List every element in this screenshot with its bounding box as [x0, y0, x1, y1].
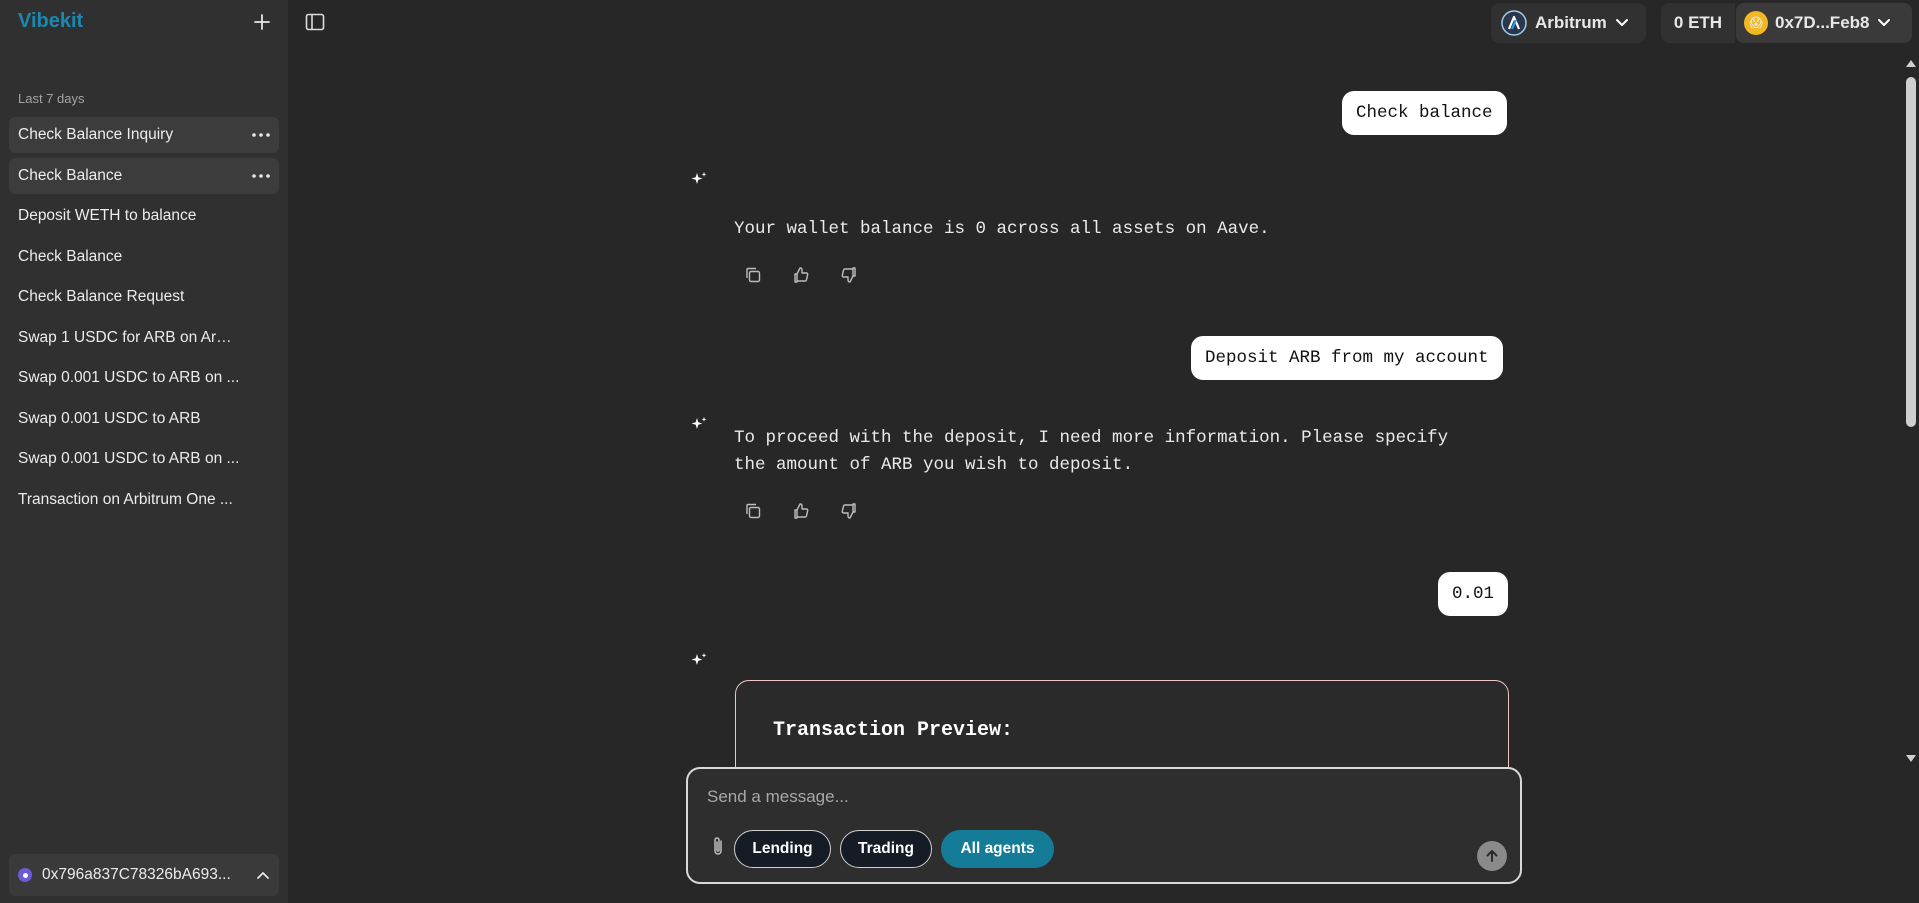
- agent-pill-lending[interactable]: Lending: [734, 830, 831, 868]
- sidebar-toggle-button[interactable]: [305, 13, 327, 33]
- thumbs-down-icon[interactable]: [836, 498, 862, 524]
- thumbs-up-icon[interactable]: [788, 498, 814, 524]
- account-avatar-icon: [18, 868, 32, 882]
- chat-item[interactable]: Check Balance: [9, 157, 279, 194]
- scroll-up-arrow-icon[interactable]: [1906, 60, 1916, 67]
- paperclip-icon[interactable]: [710, 835, 726, 859]
- thumbs-down-icon[interactable]: [836, 262, 862, 288]
- message-input[interactable]: [705, 782, 1489, 812]
- chat-history-list: Check Balance Inquiry Check Balance Depo…: [9, 117, 279, 522]
- message-composer: Lending Trading All agents: [686, 767, 1522, 884]
- chevron-down-icon: [1615, 19, 1628, 26]
- chat-item[interactable]: Swap 0.001 USDC to ARB: [9, 401, 279, 437]
- user-message: Deposit ARB from my account: [1191, 336, 1503, 380]
- chat-item[interactable]: Check Balance Inquiry: [9, 117, 279, 153]
- send-button[interactable]: [1477, 841, 1507, 871]
- chat-item-label: Check Balance Inquiry: [18, 126, 174, 143]
- wallet-button[interactable]: 😱 0x7D...Feb8: [1736, 3, 1912, 43]
- chat-item-label: Deposit WETH to balance: [18, 207, 197, 224]
- chat-item[interactable]: Check Balance Request: [9, 279, 279, 315]
- scroll-thumb[interactable]: [1906, 77, 1916, 427]
- chat-item-label: Swap 0.001 USDC to ARB: [18, 409, 201, 427]
- account-address: 0x796a837C78326bA693...: [42, 866, 231, 883]
- chevron-up-icon: [257, 872, 269, 879]
- more-options-icon[interactable]: [248, 173, 270, 178]
- agent-pill-all-agents[interactable]: All agents: [941, 830, 1054, 868]
- chat-item[interactable]: Swap 0.001 USDC to ARB on ...: [9, 360, 279, 396]
- chat-item-label: Check Balance: [18, 166, 123, 184]
- message-actions: [740, 498, 862, 524]
- wallet-avatar-icon: 😱: [1744, 11, 1768, 35]
- thumbs-up-icon[interactable]: [788, 262, 814, 288]
- assistant-message-line: To proceed with the deposit, I need more…: [734, 428, 1449, 448]
- user-message: Check balance: [1342, 91, 1507, 135]
- chevron-down-icon: [1877, 19, 1890, 26]
- arbitrum-logo-icon: [1501, 10, 1527, 36]
- eth-balance: 0 ETH: [1661, 3, 1735, 43]
- assistant-message: Your wallet balance is 0 across all asse…: [734, 219, 1270, 239]
- chat-item[interactable]: Swap 0.001 USDC to ARB on ...: [9, 441, 279, 477]
- chat-scrollbar[interactable]: [1904, 58, 1918, 764]
- chat-item-label: Check Balance: [18, 247, 123, 265]
- chat-item[interactable]: Deposit WETH to balance: [9, 198, 279, 234]
- user-message: 0.01: [1438, 572, 1509, 616]
- transaction-preview-title: Transaction Preview:: [773, 719, 1014, 742]
- section-label: Last 7 days: [18, 91, 85, 106]
- sparkle-icon: [691, 172, 707, 184]
- arrow-up-icon: [1486, 850, 1498, 862]
- chat-item[interactable]: Swap 1 USDC for ARB on Arbi...: [9, 320, 279, 356]
- chat-item-label: Swap 1 USDC for ARB on Arbi...: [18, 328, 240, 346]
- more-options-icon[interactable]: [248, 133, 270, 137]
- sparkle-icon: [691, 417, 707, 429]
- chain-name: Arbitrum: [1535, 13, 1607, 32]
- copy-icon[interactable]: [740, 498, 766, 524]
- scroll-down-arrow-icon[interactable]: [1906, 755, 1916, 762]
- account-switcher[interactable]: 0x796a837C78326bA693...: [9, 854, 279, 896]
- chat-item-label: Swap 0.001 USDC to ARB on ...: [18, 369, 240, 386]
- assistant-message-line: the amount of ARB you wish to deposit.: [734, 455, 1134, 475]
- new-chat-button[interactable]: [248, 8, 276, 36]
- chain-selector[interactable]: Arbitrum: [1491, 3, 1646, 43]
- sparkle-icon: [691, 653, 707, 665]
- assistant-message: To proceed with the deposit, I need more…: [734, 425, 1514, 479]
- sidebar-toggle-icon: [305, 13, 325, 31]
- chat-item-label: Check Balance Request: [18, 288, 185, 305]
- brand-logo[interactable]: Vibekit: [18, 10, 83, 33]
- plus-icon: [254, 14, 270, 30]
- agent-pill-trading[interactable]: Trading: [840, 830, 932, 868]
- copy-icon[interactable]: [740, 262, 766, 288]
- chat-item[interactable]: Check Balance: [9, 239, 279, 275]
- message-actions: [740, 262, 862, 288]
- sidebar: Vibekit Last 7 days Check Balance Inquir…: [0, 0, 288, 903]
- chat-item-label: Swap 0.001 USDC to ARB on ...: [18, 450, 240, 467]
- chat-item[interactable]: Transaction on Arbitrum One ...: [9, 482, 279, 518]
- wallet-address: 0x7D...Feb8: [1775, 13, 1870, 32]
- chat-item-label: Transaction on Arbitrum One ...: [18, 490, 233, 508]
